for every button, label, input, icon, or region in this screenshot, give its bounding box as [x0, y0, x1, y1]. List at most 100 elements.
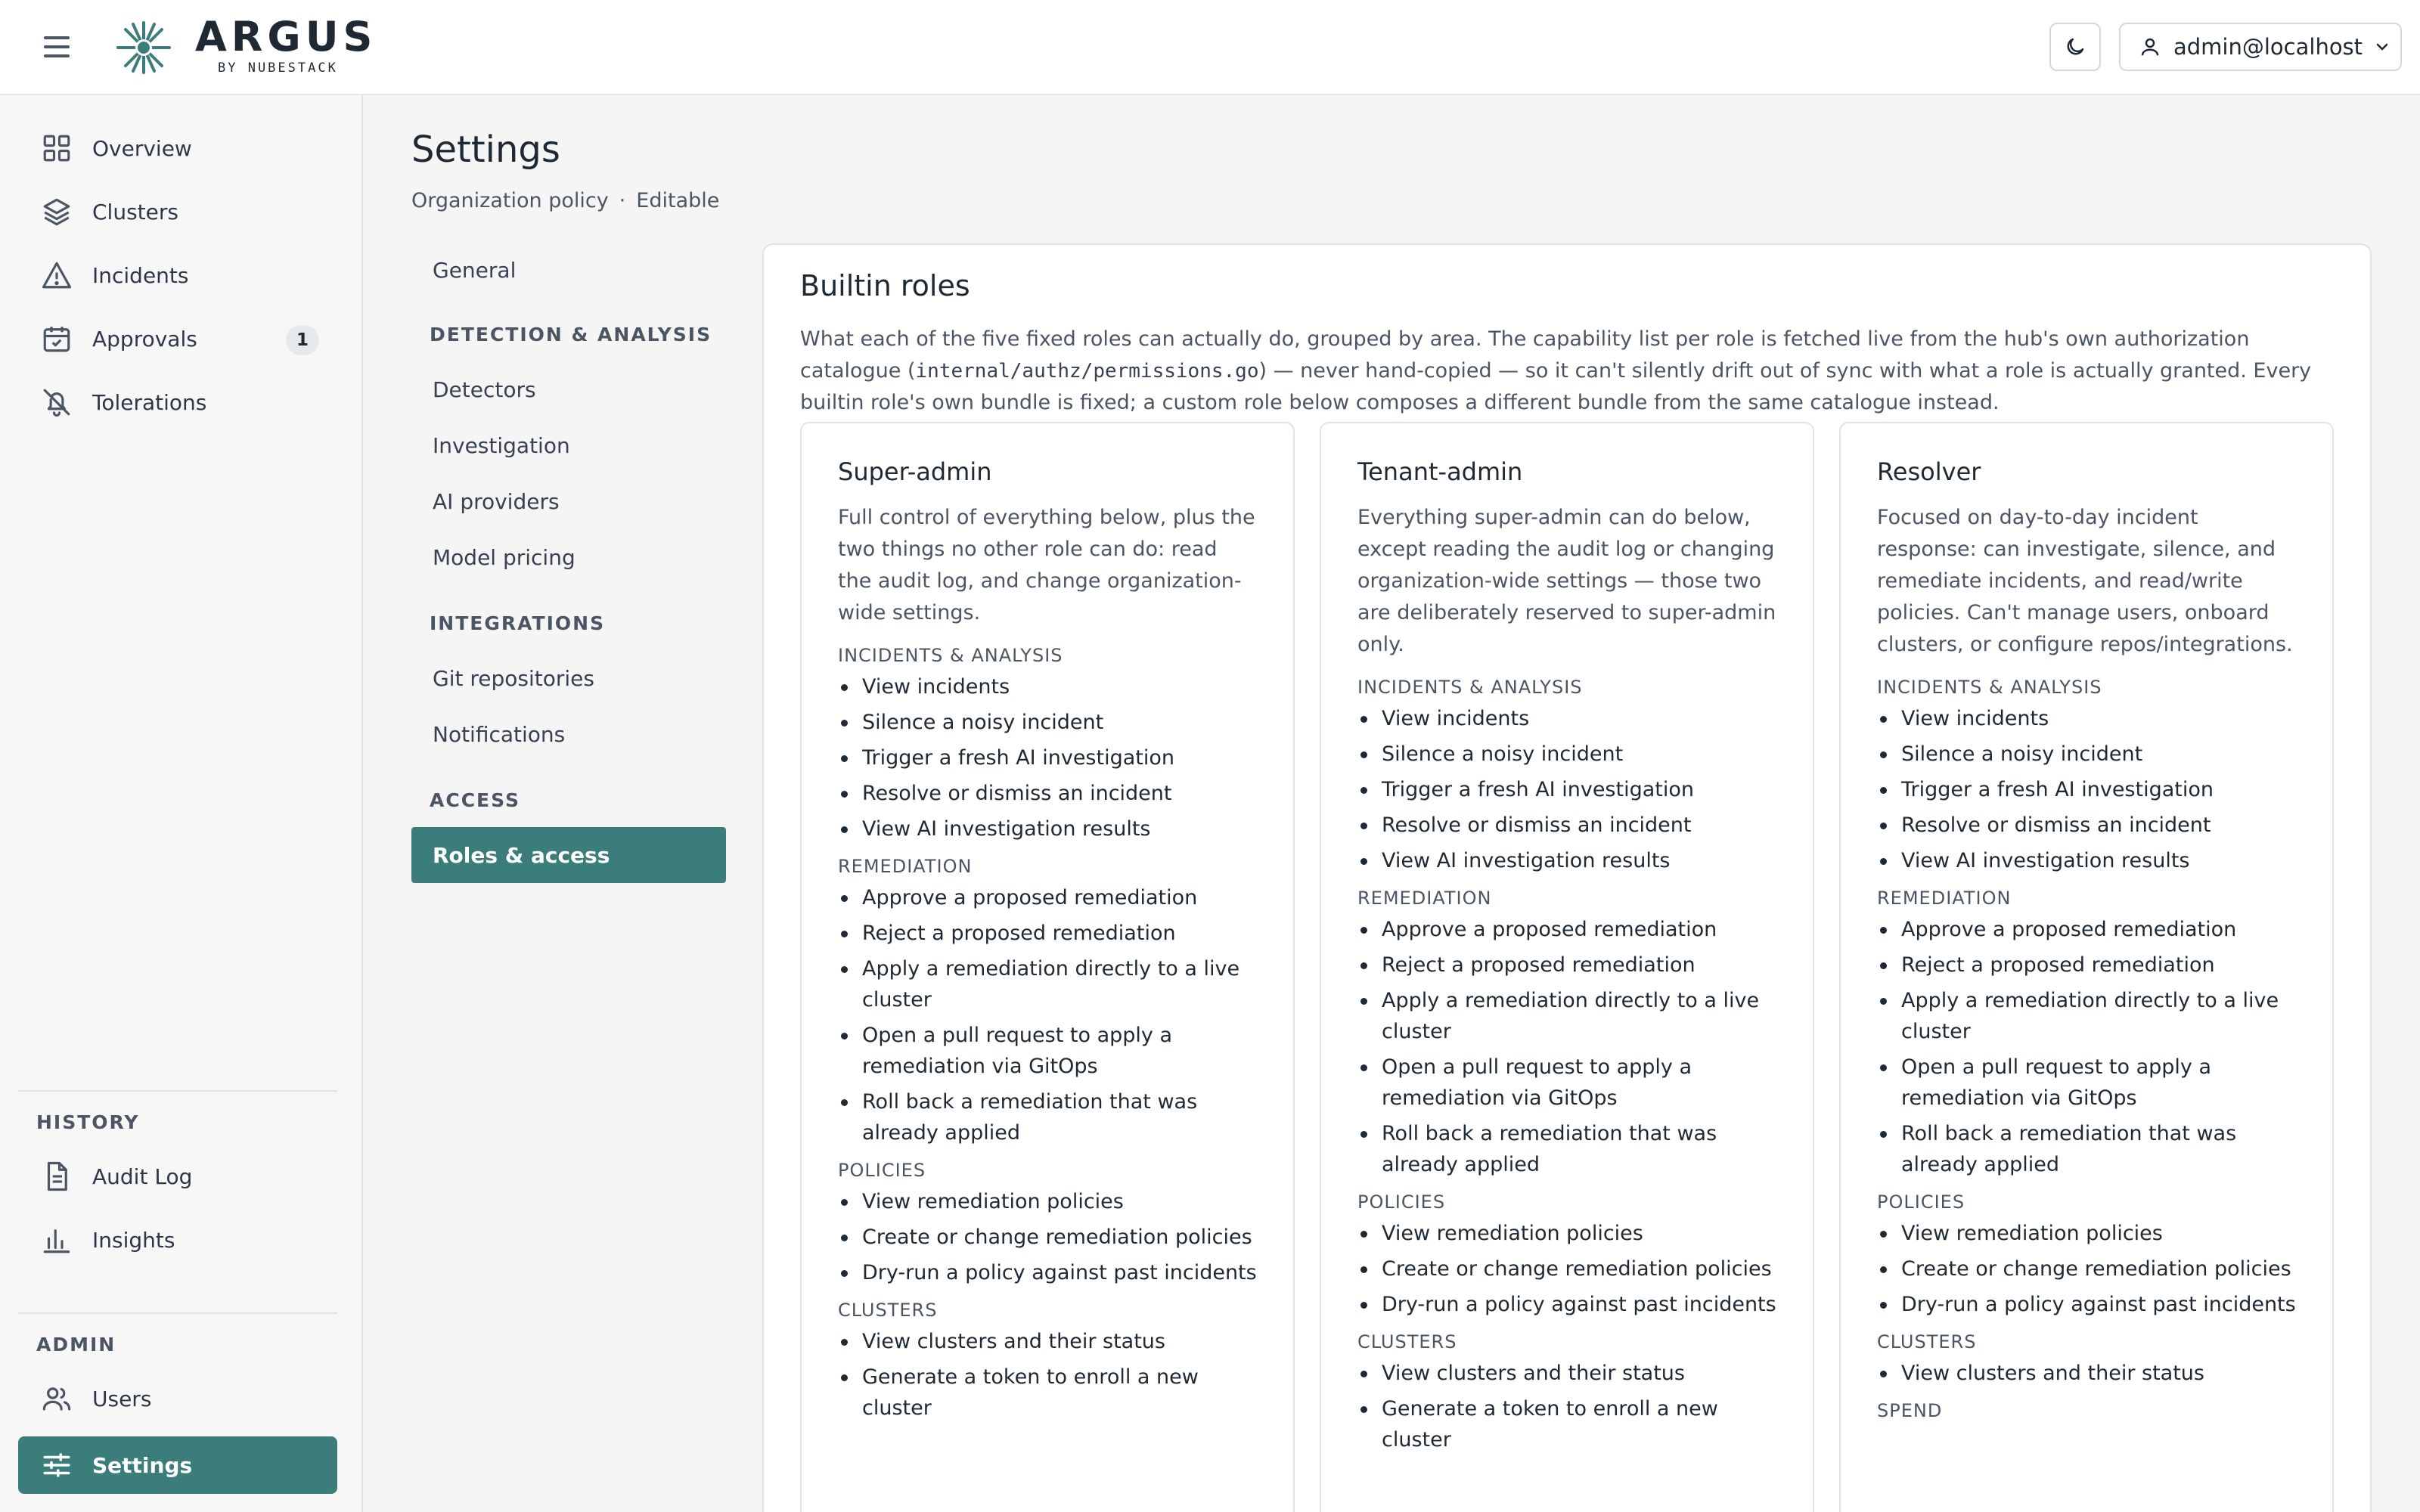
settings-nav-detectors[interactable]: Detectors: [411, 361, 726, 417]
capability-item: Generate a token to enroll a new cluster: [1357, 1393, 1776, 1455]
sidebar-item-settings[interactable]: Settings: [18, 1436, 337, 1494]
capability-item: Approve a proposed remediation: [838, 882, 1257, 913]
sidebar-item-label: Overview: [92, 135, 192, 161]
capability-group-title: REMEDIATION: [1877, 888, 2012, 909]
capability-item: Silence a noisy incident: [1877, 739, 2296, 770]
user-menu-button[interactable]: admin@localhost: [2119, 23, 2402, 71]
capability-group-title: POLICIES: [1357, 1191, 1446, 1213]
integrations-heading: INTEGRATIONS: [430, 612, 606, 634]
capability-group-title: REMEDIATION: [838, 856, 973, 877]
settings-nav-model-pricing[interactable]: Model pricing: [411, 529, 726, 585]
capability-item: Silence a noisy incident: [1357, 739, 1776, 770]
capability-item: Apply a remediation directly to a live c…: [1877, 985, 2296, 1047]
sidebar-divider: [18, 1090, 337, 1092]
capability-list: View remediation policies Create or chang…: [1357, 1218, 1776, 1320]
capability-item: View clusters and their status: [1357, 1358, 1776, 1389]
settings-nav-general[interactable]: General: [411, 242, 726, 298]
user-icon: [2141, 38, 2159, 56]
sidebar-item-label: Audit Log: [92, 1163, 193, 1189]
capability-item: Open a pull request to apply a remediati…: [1357, 1052, 1776, 1114]
capability-item: Create or change remediation policies: [1877, 1253, 2296, 1284]
capability-group-title: POLICIES: [838, 1160, 926, 1181]
user-email: admin@localhost: [2173, 34, 2363, 60]
capability-list: Approve a proposed remediation Reject a p…: [1877, 914, 2296, 1180]
capability-item: Roll back a remediation that was already…: [838, 1086, 1257, 1148]
role-description: Everything super-admin can do below, exc…: [1357, 506, 1776, 656]
capability-item: Resolve or dismiss an incident: [1877, 810, 2296, 841]
capability-item: Trigger a fresh AI investigation: [1357, 774, 1776, 805]
sidebar-item-overview[interactable]: Overview: [18, 119, 337, 177]
sidebar-item-tolerations[interactable]: Tolerations: [18, 373, 337, 431]
capability-item: Dry-run a policy against past incidents: [1877, 1289, 2296, 1320]
capability-list: View clusters and their status Generate a…: [1357, 1358, 1776, 1455]
theme-toggle-button[interactable]: [2049, 23, 2101, 71]
capability-item: View AI investigation results: [1357, 845, 1776, 876]
admin-heading: ADMIN: [36, 1334, 116, 1356]
settings-nav-notifications[interactable]: Notifications: [411, 706, 726, 762]
capability-item: Open a pull request to apply a remediati…: [1877, 1052, 2296, 1114]
menu-icon[interactable]: [39, 30, 76, 64]
capability-item: View remediation policies: [1877, 1218, 2296, 1249]
permissions-file-path: internal/authz/permissions.go: [915, 360, 1259, 383]
capability-item: Dry-run a policy against past incidents: [838, 1257, 1257, 1288]
capability-item: View remediation policies: [838, 1186, 1257, 1217]
sidebar-item-label: Settings: [92, 1452, 193, 1478]
capability-item: Approve a proposed remediation: [1357, 914, 1776, 945]
settings-nav-investigation[interactable]: Investigation: [411, 417, 726, 473]
bar-chart-icon: [43, 1229, 70, 1253]
capability-item: Silence a noisy incident: [838, 707, 1257, 738]
approvals-count-badge: 1: [286, 325, 319, 355]
capability-item: Roll back a remediation that was already…: [1877, 1118, 2296, 1180]
capability-item: Create or change remediation policies: [1357, 1253, 1776, 1284]
capability-item: Reject a proposed remediation: [1877, 950, 2296, 981]
page-subtitle: Organization policy · Editable: [411, 189, 719, 212]
role-card-super-admin: Super-admin Full control of everything be…: [800, 422, 1295, 1512]
sidebar-item-clusters[interactable]: Clusters: [18, 183, 337, 240]
capability-item: Trigger a fresh AI investigation: [838, 742, 1257, 773]
settings-nav-git-repositories[interactable]: Git repositories: [411, 650, 726, 706]
builtin-roles-panel: Builtin roles What each of the five fixe…: [762, 243, 2372, 1512]
top-header: ARGUS BY NUBESTACK admin@localhost: [0, 0, 2420, 95]
capability-item: Resolve or dismiss an incident: [838, 778, 1257, 809]
sidebar-item-label: Approvals: [92, 326, 197, 352]
capability-list: View remediation policies Create or chang…: [1877, 1218, 2296, 1320]
capability-item: Resolve or dismiss an incident: [1357, 810, 1776, 841]
capability-item: View clusters and their status: [1877, 1358, 2296, 1389]
page-title: Settings: [411, 129, 560, 171]
sidebar-item-approvals[interactable]: Approvals 1: [18, 310, 337, 367]
capability-list: View incidents Silence a noisy incident Tr…: [1877, 703, 2296, 876]
capability-item: Reject a proposed remediation: [838, 918, 1257, 949]
capability-item: View remediation policies: [1357, 1218, 1776, 1249]
capability-list: View incidents Silence a noisy incident Tr…: [1357, 703, 1776, 876]
role-card-resolver: Resolver Focused on day-to-day incident r…: [1839, 422, 2334, 1512]
sidebar-item-users[interactable]: Users: [18, 1370, 337, 1427]
capability-item: View incidents: [1877, 703, 2296, 734]
capability-item: View incidents: [1357, 703, 1776, 734]
capability-item: View AI investigation results: [1877, 845, 2296, 876]
capability-list: View clusters and their status: [1877, 1358, 2296, 1389]
sidebar-item-label: Tolerations: [92, 389, 207, 415]
capability-item: Create or change remediation policies: [838, 1222, 1257, 1253]
role-description: Full control of everything below, plus t…: [838, 506, 1255, 624]
warning-triangle-icon: [42, 262, 72, 289]
capability-item: Trigger a fresh AI investigation: [1877, 774, 2296, 805]
role-name: Resolver: [1877, 457, 1981, 486]
sidebar-item-insights[interactable]: Insights: [18, 1211, 337, 1269]
subtitle-editable: Editable: [636, 189, 720, 212]
capability-group-title: CLUSTERS: [838, 1300, 938, 1321]
settings-nav-ai-providers[interactable]: AI providers: [411, 473, 726, 529]
capability-item: View AI investigation results: [838, 813, 1257, 844]
sidebar-item-incidents[interactable]: Incidents: [18, 246, 337, 304]
capability-list: Approve a proposed remediation Reject a p…: [838, 882, 1257, 1148]
chevron-down-icon: [2376, 43, 2388, 51]
settings-nav-roles-access[interactable]: Roles & access: [411, 827, 726, 883]
sidebar-item-label: Insights: [92, 1227, 175, 1253]
argus-logo-icon: [116, 21, 171, 74]
capability-group-title: INCIDENTS & ANALYSIS: [1877, 677, 2102, 698]
sidebar-item-audit-log[interactable]: Audit Log: [18, 1148, 337, 1205]
capability-item: View incidents: [838, 671, 1257, 702]
capability-item: Generate a token to enroll a new cluster: [838, 1362, 1257, 1424]
capability-group-title: REMEDIATION: [1357, 888, 1492, 909]
sidebar-item-label: Incidents: [92, 262, 189, 288]
history-heading: HISTORY: [36, 1111, 140, 1133]
